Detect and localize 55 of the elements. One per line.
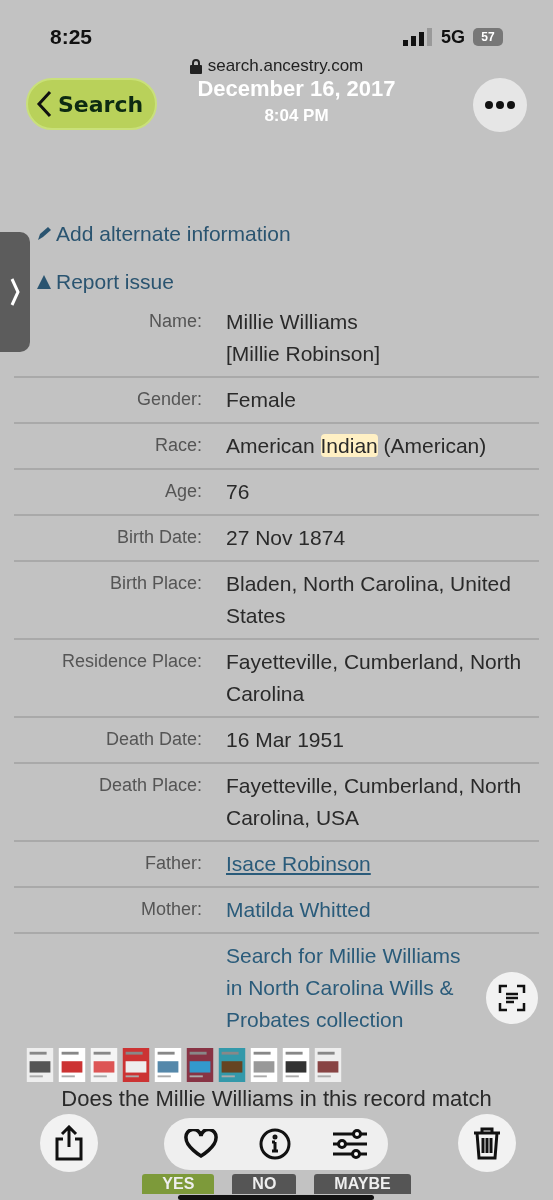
favorite-button[interactable] [184,1129,219,1159]
answer-button[interactable]: MAYBE [314,1174,411,1194]
field-label: Father: [144,852,202,875]
field-label: Death Date: [105,728,202,751]
signal-icon [403,28,433,46]
info-icon [259,1128,291,1160]
pencil-icon [36,226,52,242]
field-value: Fayetteville, Cumberland, North Carolina, USA [226,773,523,831]
field-label: Race: [154,434,202,457]
field-value: Female [226,387,297,413]
field-label: Age: [164,480,202,503]
more-button[interactable] [473,78,527,132]
share-icon [54,1125,84,1161]
question-text: Does the Millie Williams in this record match [60,1086,493,1112]
field-value: Millie Williams [Millie Robinson] [226,309,381,367]
field-label: Death Place: [98,774,202,797]
field-label: Mother: [140,898,202,921]
chevron-left-icon [36,90,52,118]
action-link[interactable]: Report issue [36,270,174,294]
lock-icon [189,58,202,74]
field-value: 76 [226,479,250,505]
sliders-icon [331,1129,368,1159]
scan-text-icon [498,984,526,1012]
field-value: American Indian (American) [226,433,487,459]
field-label: Name: [149,310,202,333]
heart-icon [184,1129,219,1159]
battery-level: 57 [473,28,503,46]
record-link[interactable]: Matilda Whitted [226,894,371,926]
triangle-icon [36,274,52,290]
record-link[interactable]: Search for Millie Williams in North Carolina Wills & Probates collection [226,940,478,1036]
field-value: 27 Nov 1874 [226,525,346,551]
network-label: 5G [441,26,465,48]
url-text: search.ancestry.com [207,56,364,76]
answer-button[interactable]: YES [142,1174,215,1194]
field-label: Birth Place: [109,572,202,595]
field-value: 16 Mar 1951 [226,727,344,753]
field-value: Fayetteville, Cumberland, North Carolina [226,649,523,707]
adjust-button[interactable] [331,1129,368,1159]
answer-button[interactable]: NO [232,1174,297,1194]
field-label: Birth Date: [116,526,202,549]
field-label: Residence Place: [61,650,202,673]
record-link[interactable]: Isace Robinson [226,848,371,880]
status-time: 8:25 [50,25,93,49]
photo-time: 8:04 PM [264,106,329,126]
info-button[interactable] [259,1128,291,1160]
more-icon [485,101,515,109]
field-label: Gender: [136,388,202,411]
back-button[interactable]: Search [26,78,158,130]
photo-date: December 16, 2017 [197,76,396,102]
field-value: Bladen, North Carolina, United States [226,571,512,629]
action-link[interactable]: Add alternate information [36,222,291,246]
trash-icon [472,1126,502,1160]
live-text-button[interactable] [486,972,538,1024]
side-tab[interactable] [0,232,30,352]
chevron-right-icon [10,277,20,307]
